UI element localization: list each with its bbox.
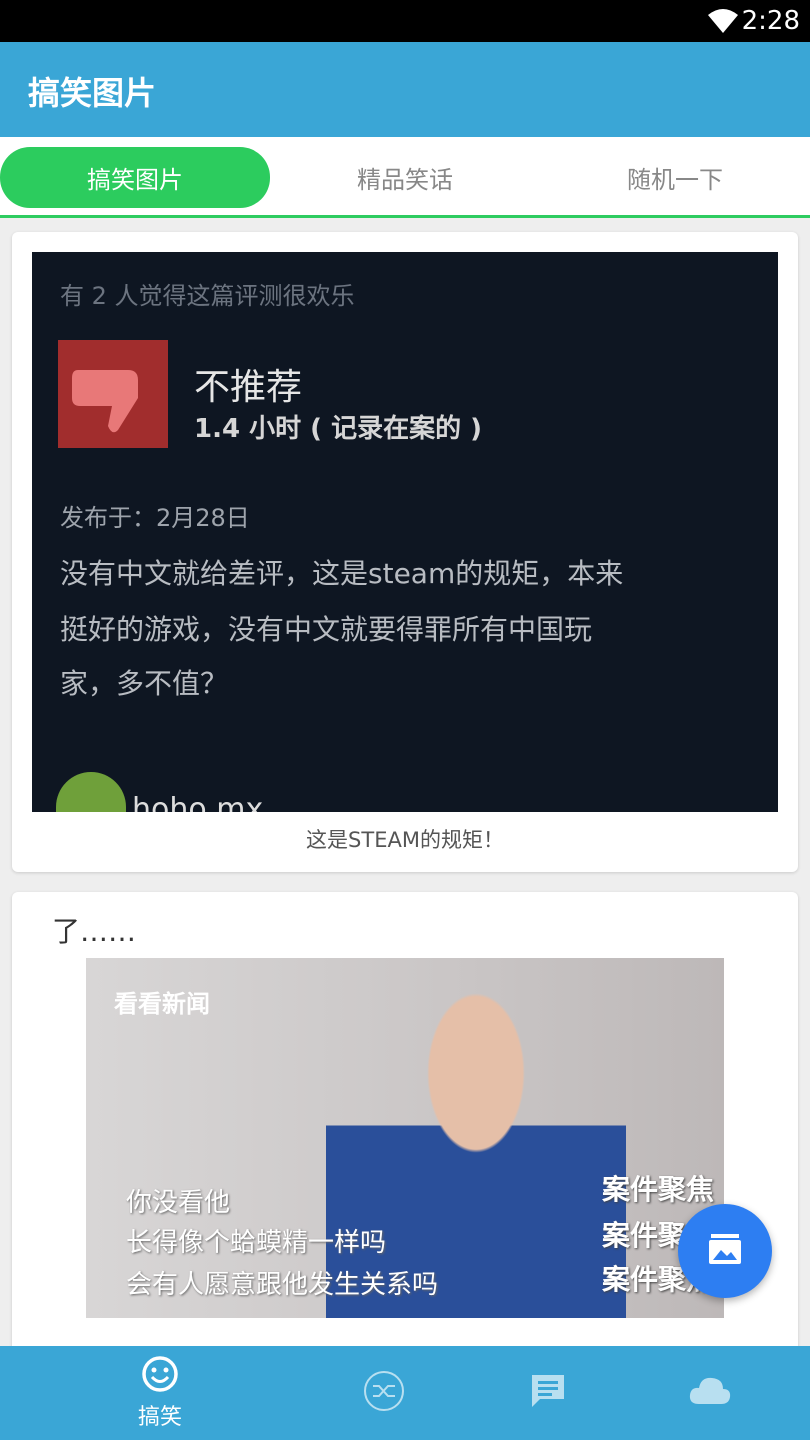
- status-bar: 2:28: [0, 0, 810, 42]
- page-title: 搞笑图片: [28, 74, 157, 112]
- feed-list[interactable]: 有 2 人觉得这篇评测很欢乐 不推荐 1.4 小时 ( 记录在案的 ) 发布于：…: [0, 218, 810, 1346]
- mushroom-avatar-icon: [56, 772, 126, 812]
- review-hours: 1.4 小时 ( 记录在案的 ): [194, 414, 483, 444]
- news-logo: 看看新闻: [114, 990, 210, 1018]
- tab-random[interactable]: 随机一下: [540, 147, 810, 208]
- post-caption: 这是STEAM的规矩！: [306, 828, 504, 852]
- post-image[interactable]: 看看新闻 你没看他 长得像个蛤蟆精一样吗 会有人愿意跟他发生关系吗 案件聚焦 案…: [86, 958, 724, 1318]
- thumbs-down-icon: [58, 340, 168, 448]
- review-username: hoho mx: [132, 792, 264, 812]
- shuffle-icon: [362, 1369, 406, 1417]
- tab-jokes[interactable]: 精品笑话: [270, 147, 540, 208]
- video-subtitle: 长得像个蛤蟆精一样吗: [126, 1228, 387, 1258]
- nav-item-shuffle[interactable]: [324, 1346, 444, 1440]
- wifi-icon: [706, 7, 740, 39]
- nav-item-messages[interactable]: [488, 1346, 608, 1440]
- review-body-line: 挺好的游戏，没有中文就要得罪所有中国玩: [60, 613, 593, 646]
- post-card[interactable]: 了…… 看看新闻 你没看他 长得像个蛤蟆精一样吗 会有人愿意跟他发生关系吗 案件…: [12, 892, 798, 1346]
- video-subtitle: 会有人愿意跟他发生关系吗: [126, 1270, 439, 1300]
- tab-funny-pictures[interactable]: 搞笑图片: [0, 147, 270, 208]
- image-text-helpful: 有 2 人觉得这篇评测很欢乐: [60, 282, 355, 310]
- post-card[interactable]: 有 2 人觉得这篇评测很欢乐 不推荐 1.4 小时 ( 记录在案的 ) 发布于：…: [12, 232, 798, 872]
- post-top-text: 了……: [52, 915, 137, 948]
- tab-bar: 搞笑图片 精品笑话 随机一下: [0, 137, 810, 218]
- message-icon: [528, 1371, 568, 1415]
- image-gallery-icon: [707, 1232, 743, 1270]
- post-image[interactable]: 有 2 人觉得这篇评测很欢乐 不推荐 1.4 小时 ( 记录在案的 ) 发布于：…: [32, 252, 778, 812]
- review-body-line: 没有中文就给差评，这是steam的规矩，本来: [60, 557, 624, 590]
- bottom-nav: 搞笑: [0, 1346, 810, 1440]
- review-date: 发布于：2月28日: [60, 504, 250, 532]
- nav-item-funny[interactable]: 搞笑: [100, 1346, 220, 1440]
- status-time: 2:28: [741, 6, 800, 36]
- video-subtitle: 你没看他: [126, 1188, 231, 1218]
- smiley-icon: [141, 1355, 179, 1397]
- gallery-fab-button[interactable]: [678, 1204, 772, 1298]
- cloud-icon: [687, 1374, 733, 1412]
- review-verdict: 不推荐: [194, 367, 303, 408]
- nav-item-label: 搞笑: [137, 1405, 182, 1430]
- app-bar: 搞笑图片: [0, 42, 810, 137]
- review-body-line: 家，多不值？: [60, 667, 229, 700]
- nav-item-cloud[interactable]: [650, 1346, 770, 1440]
- video-stamp: 案件聚焦: [601, 1173, 714, 1206]
